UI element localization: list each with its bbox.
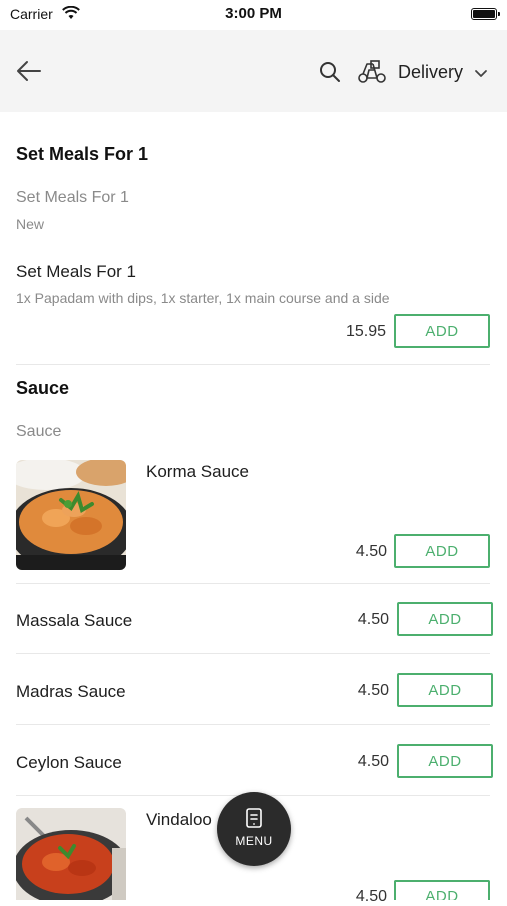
item-price: 4.50 <box>357 753 389 770</box>
item-name[interactable]: Madras Sauce <box>16 682 126 702</box>
top-nav-bar: Delivery <box>0 30 507 112</box>
item-name[interactable]: Korma Sauce <box>146 462 249 482</box>
add-button[interactable]: ADD <box>397 744 493 778</box>
add-button[interactable]: ADD <box>394 314 490 348</box>
status-bar: Carrier 3:00 PM <box>0 0 507 30</box>
divider <box>16 724 490 725</box>
back-arrow-icon[interactable] <box>14 56 44 86</box>
add-button[interactable]: ADD <box>394 880 490 900</box>
category-title: Set Meals For 1 <box>16 144 149 164</box>
clock: 3:00 PM <box>225 5 282 22</box>
item-price: 15.95 <box>345 323 386 340</box>
item-price: 4.50 <box>355 543 387 560</box>
item-name[interactable]: Vindaloo <box>146 810 212 830</box>
add-button[interactable]: ADD <box>394 534 490 568</box>
subcategory-title: Sauce <box>16 423 62 440</box>
item-name[interactable]: Ceylon Sauce <box>16 753 122 773</box>
korma-sauce-image[interactable] <box>16 460 126 570</box>
item-name[interactable]: Massala Sauce <box>16 611 132 631</box>
vindaloo-image[interactable] <box>16 808 126 900</box>
divider <box>16 583 490 584</box>
add-button[interactable]: ADD <box>397 602 493 636</box>
subcategory-description: New <box>16 216 45 232</box>
menu-fab-button[interactable]: MENU <box>217 792 291 866</box>
delivery-mode-selector[interactable]: Delivery <box>398 62 463 83</box>
item-price: 4.50 <box>357 682 389 699</box>
menu-book-icon <box>246 808 262 828</box>
item-price: 4.50 <box>355 888 387 905</box>
divider <box>16 364 490 365</box>
battery-icon <box>471 8 500 20</box>
scooter-icon[interactable] <box>357 58 387 84</box>
menu-fab-label: MENU <box>235 834 273 848</box>
search-icon[interactable] <box>318 60 342 84</box>
subcategory-title: Set Meals For 1 <box>16 189 129 206</box>
chevron-down-icon[interactable] <box>474 66 488 80</box>
item-description: 1x Papadam with dips, 1x starter, 1x mai… <box>16 290 390 306</box>
category-title: Sauce <box>16 378 70 398</box>
item-name[interactable]: Set Meals For 1 <box>16 262 136 282</box>
add-button[interactable]: ADD <box>397 673 493 707</box>
divider <box>16 653 490 654</box>
item-price: 4.50 <box>357 611 389 628</box>
